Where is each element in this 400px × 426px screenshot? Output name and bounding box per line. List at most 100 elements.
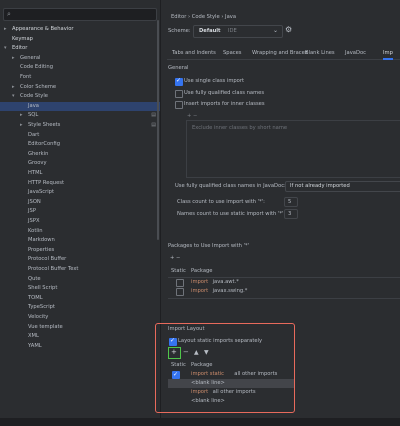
settings-search-input[interactable]: ⌕ — [3, 8, 157, 21]
table-row[interactable]: import java.awt.* — [168, 278, 400, 287]
tab-tabs-and-indents[interactable]: Tabs and Indents — [172, 50, 216, 56]
sidebar-item-style-sheets[interactable]: ▸ Style Sheets ▤ — [0, 121, 160, 130]
sidebar-item-label: Markdown — [28, 237, 55, 244]
use-fully-qualified-class-names-label: Use fully qualified class names — [184, 90, 265, 96]
exclude-placeholder: Exclude inner classes by short name — [192, 125, 288, 131]
tab-spaces[interactable]: Spaces — [223, 50, 242, 56]
sidebar-item-font[interactable]: Font — [0, 73, 160, 82]
exclude-inner-classes-list[interactable]: Exclude inner classes by short name — [186, 120, 400, 178]
chevron-right-icon[interactable]: ▸ — [12, 54, 15, 63]
tab-imp[interactable]: Imp — [383, 50, 393, 60]
status-bar — [0, 418, 400, 426]
sidebar-item-jspx[interactable]: JSPX — [0, 217, 160, 226]
scheme-value: Default — [199, 28, 221, 34]
sidebar-item-velocity[interactable]: Velocity — [0, 313, 160, 322]
gear-icon[interactable]: ⚙ — [285, 25, 292, 34]
sidebar-item-shell-script[interactable]: Shell Script — [0, 284, 160, 293]
table-row[interactable]: import javax.swing.* — [168, 287, 400, 296]
chevron-down-icon[interactable]: ▾ — [4, 44, 7, 53]
sidebar-item-keymap[interactable]: Keymap — [0, 35, 160, 44]
static-checkbox[interactable] — [176, 279, 184, 287]
scheme-dropdown[interactable]: Default IDE ⌄ — [193, 25, 283, 38]
import-keyword: import — [191, 279, 209, 285]
names-count-value: 3 — [288, 211, 292, 217]
sidebar-item-groovy[interactable]: Groovy — [0, 159, 160, 168]
sidebar-item-gherkin[interactable]: Gherkin — [0, 150, 160, 159]
package-name: java.awt.* — [212, 279, 239, 285]
sidebar-item-editorconfig[interactable]: EditorConfig — [0, 140, 160, 149]
class-count-value: 5 — [288, 199, 292, 205]
sidebar-item-javascript[interactable]: JavaScript — [0, 188, 160, 197]
chevron-right-icon[interactable]: ▸ — [12, 83, 15, 92]
sidebar-item-properties[interactable]: Properties — [0, 246, 160, 255]
sidebar-item-color-scheme[interactable]: ▸ Color Scheme — [0, 83, 160, 92]
sidebar-item-sql[interactable]: ▸ SQL ▤ — [0, 111, 160, 120]
insert-imports-for-inner-classes-checkbox[interactable] — [175, 101, 183, 109]
packages-tools[interactable]: + − — [170, 255, 180, 261]
names-count-input[interactable]: 3 — [284, 209, 298, 219]
tab-bar: Tabs and Indents Spaces Wrapping and Brace… — [167, 47, 400, 60]
sidebar-item-editor[interactable]: ▾ Editor — [0, 44, 160, 53]
general-section-title: General — [168, 65, 189, 71]
fqn-javadoc-dropdown[interactable]: If not already imported — [285, 181, 400, 192]
sidebar-item-code-style[interactable]: ▾ Code Style — [0, 92, 160, 101]
sidebar-item-kotlin[interactable]: Kotlin — [0, 227, 160, 236]
sidebar-item-xml[interactable]: XML — [0, 332, 160, 341]
sidebar-item-qute[interactable]: Qute — [0, 275, 160, 284]
insert-imports-for-inner-classes-label: Insert imports for inner classes — [184, 101, 265, 107]
sidebar-item-label: Velocity — [28, 314, 49, 320]
sidebar-item-label: Font — [20, 74, 32, 80]
sidebar-item-label: Vue template — [28, 323, 63, 330]
tab-wrapping-and-braces[interactable]: Wrapping and Braces — [252, 50, 308, 56]
sidebar-item-http-request[interactable]: HTTP Request — [0, 179, 160, 188]
use-fully-qualified-class-names-checkbox[interactable] — [175, 90, 183, 98]
sidebar-item-label: Color Scheme — [20, 83, 57, 90]
sidebar-item-dart[interactable]: Dart — [0, 131, 160, 140]
inner-list-tools[interactable]: + − — [187, 113, 197, 119]
sidebar-item-label: Protocol Buffer — [28, 256, 67, 263]
use-single-class-import-checkbox[interactable] — [175, 77, 183, 86]
sidebar-item-java[interactable]: Java — [0, 101, 160, 111]
static-checkbox[interactable] — [176, 288, 184, 296]
sidebar-item-label: Kotlin — [28, 227, 43, 234]
class-count-input[interactable]: 5 — [284, 197, 298, 207]
sidebar-item-label: HTTP Request — [28, 179, 64, 186]
project-level-icon: ▤ — [151, 112, 156, 119]
sidebar-item-vue-template[interactable]: Vue template — [0, 323, 160, 332]
sidebar-item-general[interactable]: ▸ General — [0, 54, 160, 63]
packages-col-package: Package — [191, 268, 213, 274]
import-keyword: import — [191, 288, 209, 294]
packages-section-title: Packages to Use Import with '*' — [168, 243, 250, 249]
sidebar-item-label: Groovy — [28, 160, 47, 167]
chevron-right-icon[interactable]: ▸ — [4, 25, 7, 34]
sidebar-item-toml[interactable]: TOML — [0, 294, 160, 303]
chevron-right-icon[interactable]: ▸ — [20, 121, 23, 130]
sidebar-item-protocol-buffer[interactable]: Protocol Buffer — [0, 255, 160, 264]
sidebar-item-markdown[interactable]: Markdown — [0, 236, 160, 245]
sidebar-item-jsp[interactable]: JSP — [0, 207, 160, 216]
sidebar-item-label: JSON — [28, 198, 41, 205]
chevron-right-icon[interactable]: ▸ — [20, 111, 23, 120]
sidebar-item-label: JavaScript — [28, 189, 55, 196]
sidebar-item-html[interactable]: HTML — [0, 169, 160, 178]
tree-scrollbar[interactable] — [157, 20, 159, 240]
scheme-label: Scheme: — [168, 28, 191, 34]
fqn-javadoc-label: Use fully qualified class names in JavaD… — [175, 183, 286, 189]
names-count-label: Names count to use static import with '*… — [177, 211, 286, 217]
fqn-javadoc-value: If not already imported — [290, 183, 350, 189]
sidebar-item-yaml[interactable]: YAML — [0, 342, 160, 351]
sidebar-item-protocol-buffer-text[interactable]: Protocol Buffer Text — [0, 265, 160, 274]
packages-col-static: Static — [171, 268, 186, 274]
chevron-down-icon[interactable]: ▾ — [12, 92, 15, 101]
sidebar-item-appearance-behavior[interactable]: ▸ Appearance & Behavior — [0, 25, 160, 34]
project-level-icon: ▤ — [151, 122, 156, 128]
sidebar-item-typescript[interactable]: TypeScript — [0, 303, 160, 312]
scheme-suffix: IDE — [228, 28, 237, 34]
sidebar-item-label: Code Editing — [20, 64, 53, 71]
breadcrumb: Editor › Code Style › Java — [171, 14, 237, 20]
sidebar-item-code-editing[interactable]: Code Editing — [0, 63, 160, 72]
sidebar-item-label: JSPX — [28, 218, 40, 224]
sidebar-item-json[interactable]: JSON — [0, 198, 160, 207]
tab-javadoc[interactable]: JavaDoc — [345, 50, 366, 56]
tab-blank-lines[interactable]: Blank Lines — [305, 50, 335, 56]
